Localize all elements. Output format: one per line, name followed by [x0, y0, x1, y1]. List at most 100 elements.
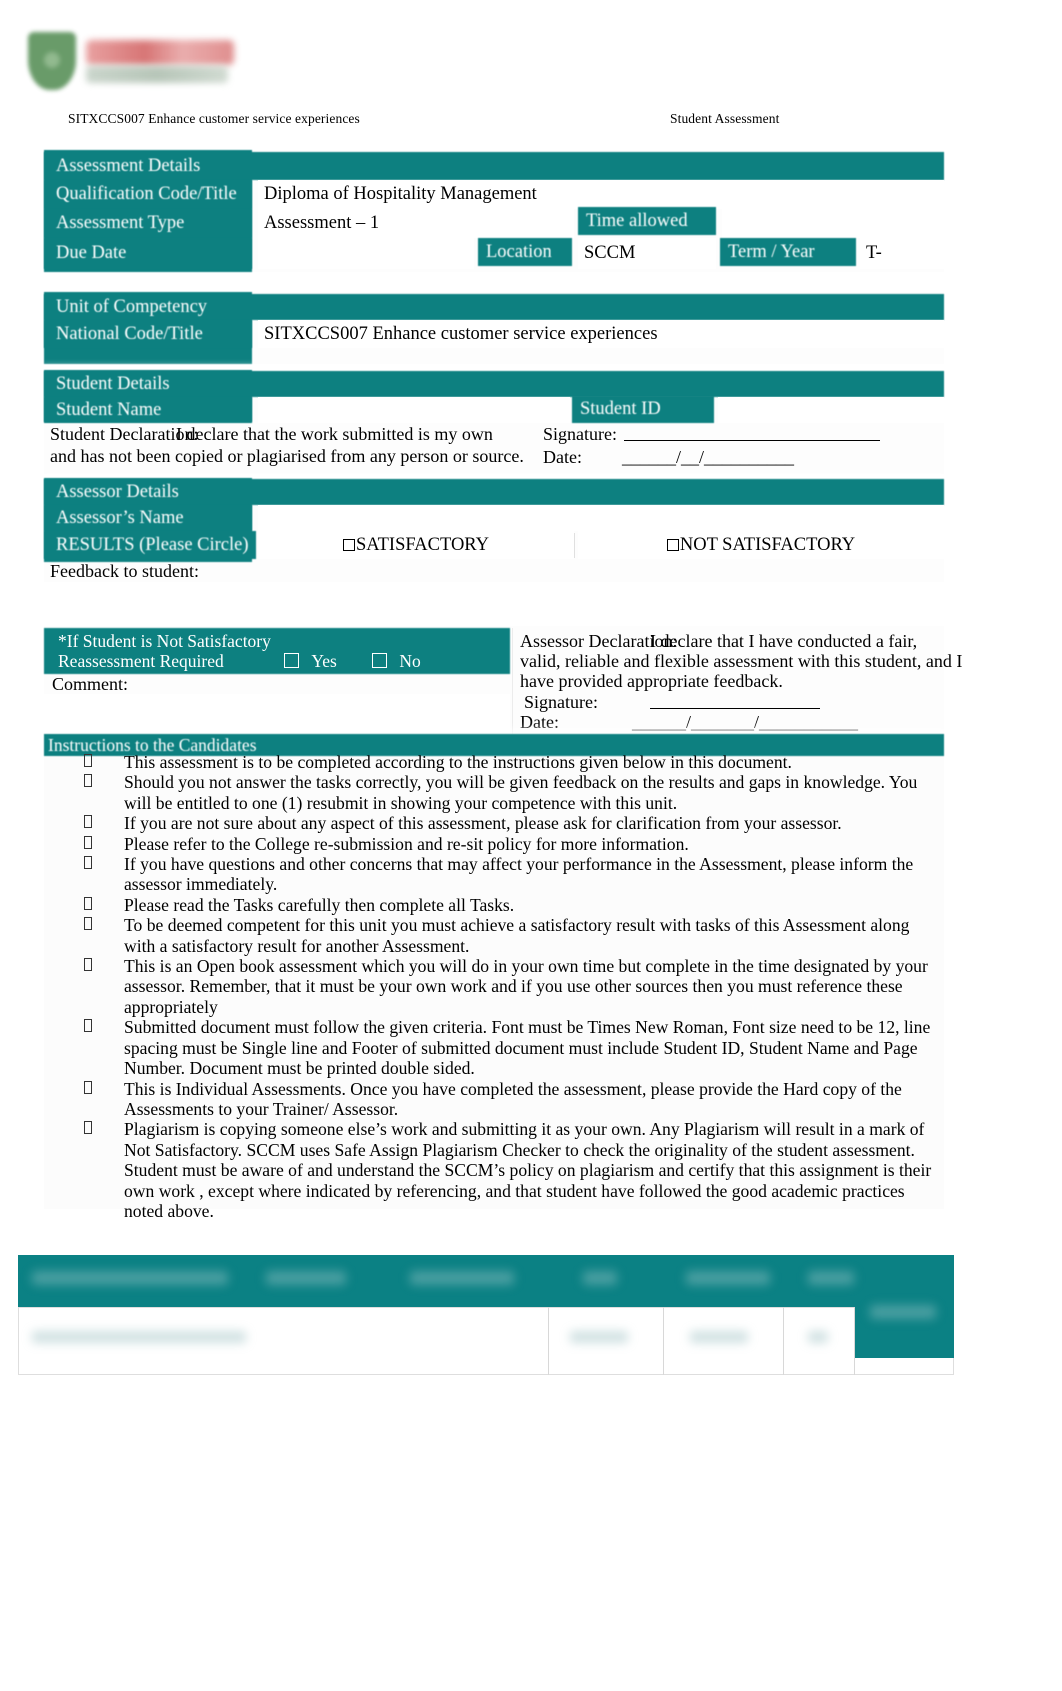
location-value-cell[interactable]: SCCM: [578, 238, 716, 269]
footer-body-cell-2: [570, 1331, 628, 1343]
assessor-name-label: Assessor’s Name: [56, 507, 184, 528]
reassessment-no-checkbox[interactable]: [372, 653, 387, 668]
instruction-item: If you are not sure about any aspect of …: [78, 813, 938, 833]
instruction-item: To be deemed competent for this unit you…: [78, 915, 938, 956]
assessor-name-label-cell: Assessor’s Name: [44, 505, 252, 531]
national-code-value: SITXCCS007 Enhance customer service expe…: [264, 323, 658, 344]
reassessment-title: *If Student is Not Satisfactory: [58, 631, 271, 651]
student-signature-label: Signature:: [543, 424, 617, 444]
national-code-label: National Code/Title: [56, 323, 203, 344]
assessment-type-value-cell[interactable]: Assessment – 1: [258, 209, 574, 238]
footer-cell-divider-2: [663, 1307, 664, 1375]
reassessment-no-label: No: [399, 651, 421, 671]
footer-body-cell-1: [32, 1331, 246, 1343]
due-date-label-cell: Due Date: [44, 238, 252, 269]
shield-icon: [28, 32, 76, 90]
assessor-declaration-line1: I declare that I have conducted a fair,: [650, 631, 918, 651]
instruction-text: Submitted document must follow the given…: [124, 1017, 931, 1079]
term-year-value-cell[interactable]: T-: [860, 238, 944, 269]
instruction-item: If you have questions and other concerns…: [78, 854, 938, 895]
list-bullet-icon: [84, 1019, 92, 1033]
document-page: SITXCCS007 Enhance customer service expe…: [0, 0, 1062, 1691]
student-name-label-cell: Student Name: [44, 397, 252, 423]
comment-label: Comment:: [52, 674, 128, 694]
student-date-format[interactable]: ______/__/__________: [622, 447, 794, 468]
assessor-name-value-cell[interactable]: [258, 505, 944, 531]
assessment-type-label-cell: Assessment Type: [44, 209, 252, 238]
instruction-text: Please read the Tasks carefully then com…: [124, 894, 515, 915]
instruction-text: If you are not sure about any aspect of …: [124, 813, 842, 834]
due-date-value-cell[interactable]: [258, 238, 474, 269]
national-code-value-cell[interactable]: SITXCCS007 Enhance customer service expe…: [258, 320, 944, 348]
footer-header-cell-2: [266, 1271, 346, 1285]
feedback-input[interactable]: [44, 582, 944, 606]
student-declaration-line2: and has not been copied or plagiarised f…: [50, 446, 524, 466]
instruction-text: Plagiarism is copying someone else’s wor…: [124, 1119, 932, 1221]
term-year-label: Term / Year: [728, 241, 815, 262]
term-year-label-cell: Term / Year: [720, 238, 856, 266]
instruction-text: To be deemed competent for this unit you…: [124, 915, 910, 956]
list-bullet-icon: [84, 1080, 92, 1094]
national-code-label-cell: National Code/Title: [44, 320, 252, 348]
due-date-label: Due Date: [56, 243, 127, 264]
instruction-item: This assessment is to be completed accor…: [78, 752, 938, 772]
satisfactory-label: SATISFACTORY: [356, 534, 489, 555]
footer-body-cell-3: [690, 1331, 748, 1343]
student-signature-line[interactable]: [624, 440, 880, 441]
reassessment-required-label: Reassessment Required: [58, 651, 224, 671]
time-allowed-label-cell: Time allowed: [578, 207, 716, 235]
footer-cell-divider-4: [854, 1307, 855, 1375]
reassessment-yes-label: Yes: [311, 651, 337, 671]
feedback-label: Feedback to student:: [50, 561, 199, 581]
list-bullet-icon: [84, 1121, 92, 1135]
results-divider: [574, 533, 575, 558]
student-id-label-cell: Student ID: [572, 396, 714, 423]
student-details-header: Student Details: [44, 371, 944, 397]
footer-header-cell-3: [410, 1271, 514, 1285]
student-declaration-line1: I declare that the work submitted is my …: [176, 424, 493, 444]
student-id-label: Student ID: [580, 399, 661, 420]
assessor-date-format[interactable]: ______/_______/___________: [632, 712, 858, 733]
logo-wordmark-secondary: [86, 66, 228, 83]
instruction-item: Plagiarism is copying someone else’s wor…: [78, 1119, 938, 1221]
satisfactory-checkbox[interactable]: [343, 539, 356, 551]
instruction-text: Please refer to the College re-submissio…: [124, 833, 689, 854]
assessor-signature-line[interactable]: [650, 708, 820, 709]
footer-header-cell-1: [32, 1271, 228, 1285]
results-label-cell: RESULTS (Please Circle): [44, 531, 256, 559]
student-date-label: Date:: [543, 447, 582, 467]
instruction-text: Should you not answer the tasks correctl…: [124, 772, 918, 813]
qualification-value-cell[interactable]: Diploma of Hospitality Management: [258, 180, 944, 209]
reassessment-no-option[interactable]: No: [372, 651, 421, 672]
footer-cell-divider-3: [783, 1307, 784, 1375]
result-satisfactory-cell[interactable]: SATISFACTORY: [258, 531, 574, 559]
footer-page-tab-label: [870, 1305, 936, 1319]
footer-cell-divider-1: [548, 1307, 549, 1375]
list-bullet-icon: [84, 856, 92, 870]
college-logo: [24, 30, 234, 100]
assessor-signature-label: Signature:: [524, 692, 598, 712]
list-bullet-icon: [84, 754, 92, 767]
instruction-item: Submitted document must follow the given…: [78, 1017, 938, 1078]
instructions-list: This assessment is to be completed accor…: [78, 752, 938, 1221]
term-year-value: T-: [866, 243, 882, 263]
reassessment-yes-checkbox[interactable]: [284, 653, 299, 668]
reassessment-yes-option[interactable]: Yes: [284, 651, 337, 672]
location-label: Location: [486, 241, 552, 262]
result-not-satisfactory-cell[interactable]: NOT SATISFACTORY: [578, 531, 944, 559]
assessment-details-title: Assessment Details: [56, 155, 201, 176]
student-name-value-cell[interactable]: [258, 397, 570, 423]
list-bullet-icon: [84, 815, 92, 829]
footer-body-cell-4: [808, 1331, 828, 1343]
time-allowed-value-cell[interactable]: [722, 209, 944, 238]
not-satisfactory-checkbox[interactable]: [666, 539, 679, 551]
not-satisfactory-label: NOT SATISFACTORY: [679, 534, 856, 555]
assessor-declaration-line3: have provided appropriate feedback.: [520, 671, 783, 691]
footer-table-page-tab: [854, 1290, 954, 1358]
student-id-value-cell[interactable]: [718, 397, 944, 423]
comment-input[interactable]: [44, 694, 510, 732]
assessment-type-value: Assessment – 1: [264, 213, 380, 233]
footer-header-cell-5: [686, 1271, 770, 1285]
assessment-type-label: Assessment Type: [56, 213, 185, 234]
instruction-item: This is an Open book assessment which yo…: [78, 956, 938, 1017]
